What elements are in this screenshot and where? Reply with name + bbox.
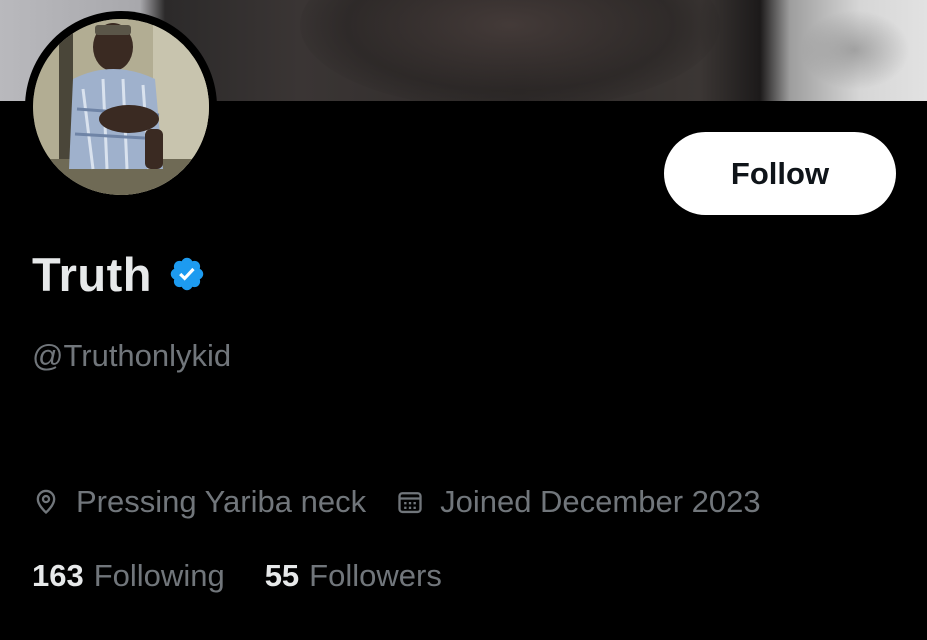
followers-stat[interactable]: 55 Followers	[265, 558, 442, 594]
name-row: Truth	[32, 244, 206, 304]
profile-handle: @Truthonlykid	[32, 338, 232, 373]
followers-count: 55	[264, 558, 300, 593]
avatar-illustration	[33, 19, 209, 195]
following-label: Following	[93, 558, 225, 593]
location-text: Pressing Yariba neck	[76, 484, 367, 519]
profile-avatar[interactable]	[25, 11, 217, 203]
follow-button[interactable]: Follow	[664, 132, 896, 215]
banner-shade	[300, 0, 720, 101]
location-item: Pressing Yariba neck	[32, 484, 366, 520]
following-count: 163	[32, 558, 84, 593]
location-pin-icon	[32, 488, 60, 516]
avatar-photo	[33, 19, 209, 195]
followers-label: Followers	[309, 558, 442, 593]
following-stat[interactable]: 163 Following	[32, 558, 225, 594]
banner-highlight	[800, 10, 910, 90]
joined-text: Joined December 2023	[440, 484, 761, 519]
follow-stats: 163 Following 55 Followers	[32, 554, 442, 598]
verified-badge-icon[interactable]	[168, 255, 206, 293]
display-name: Truth	[32, 247, 152, 301]
joined-item: Joined December 2023	[396, 484, 761, 520]
calendar-icon	[396, 488, 424, 516]
profile-meta: Pressing Yariba neck Joined December 202…	[32, 480, 761, 524]
